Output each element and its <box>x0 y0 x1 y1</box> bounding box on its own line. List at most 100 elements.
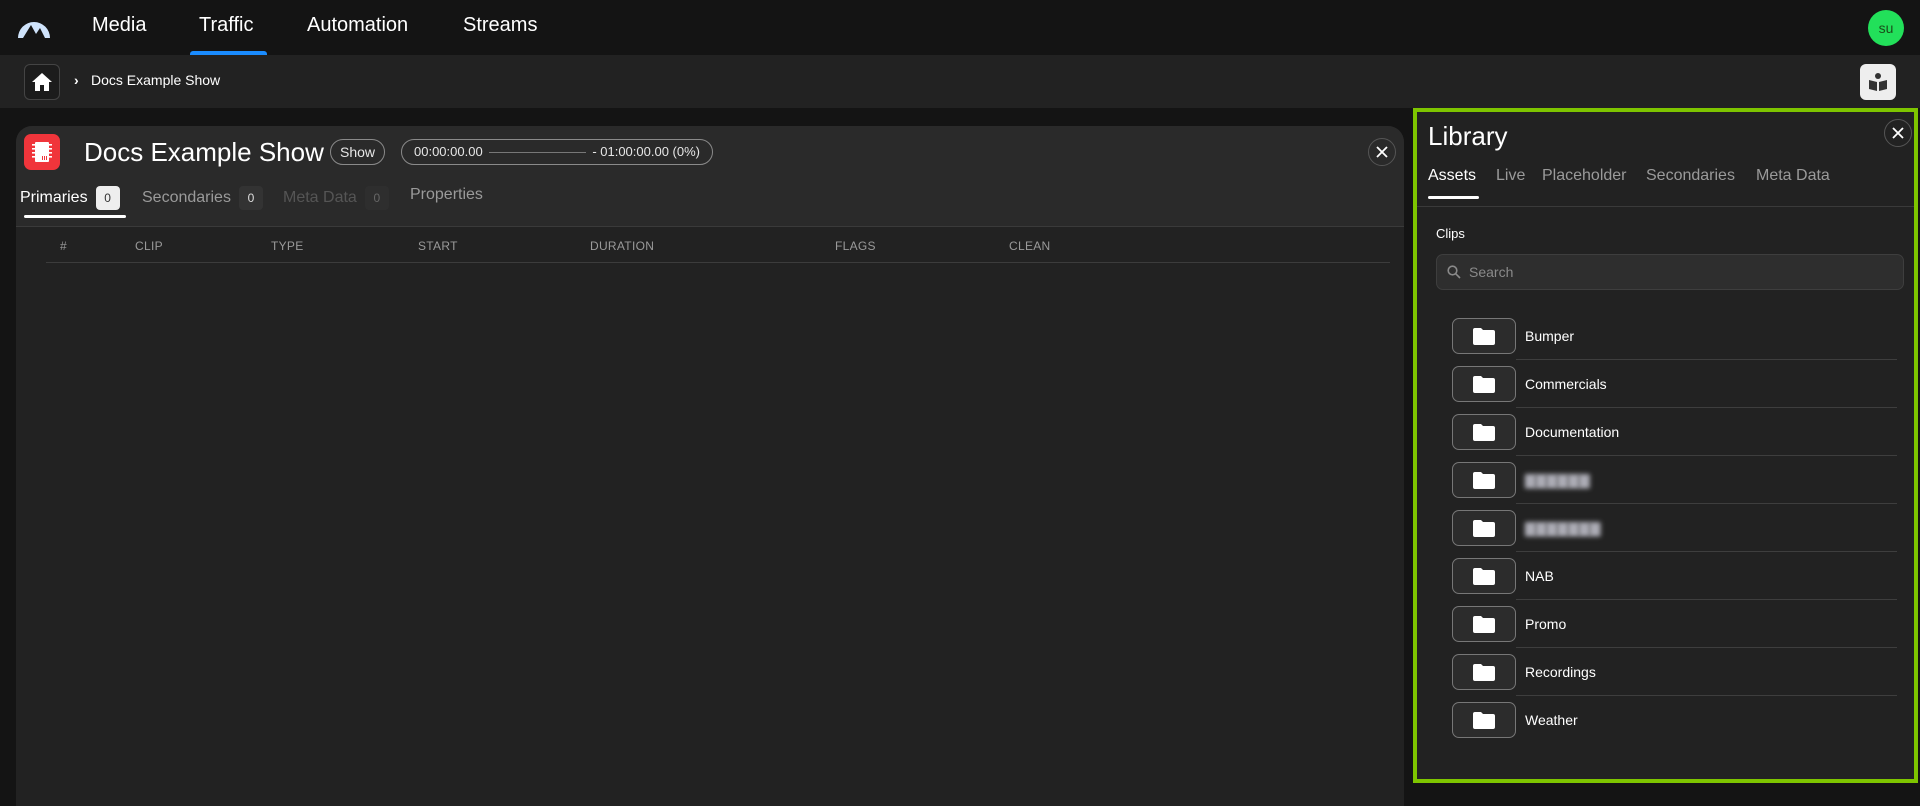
library-title: Library <box>1428 121 1508 151</box>
folder-button[interactable] <box>1452 366 1516 402</box>
active-tab-indicator <box>1428 196 1479 199</box>
folder-name: ▇▇▇▇▇▇ <box>1525 471 1590 488</box>
folder-name: Bumper <box>1525 328 1575 344</box>
library-tab-live[interactable]: Live <box>1496 167 1525 185</box>
folder-button[interactable] <box>1452 558 1516 594</box>
folder-name: ▇▇▇▇▇▇▇ <box>1525 519 1601 536</box>
home-icon <box>32 73 52 91</box>
tab-meta-data: Meta Data 0 <box>283 186 389 210</box>
close-show-button[interactable] <box>1368 138 1396 166</box>
column-header-type[interactable]: TYPE <box>271 239 304 253</box>
folder-icon <box>1473 567 1495 585</box>
folder-name: Commercials <box>1525 376 1607 392</box>
tab-count-badge: 0 <box>95 186 120 210</box>
nav-traffic[interactable]: Traffic <box>199 14 253 37</box>
column-header-clip[interactable]: CLIP <box>135 239 163 253</box>
folder-button[interactable] <box>1452 510 1516 546</box>
folder-icon <box>1473 615 1495 633</box>
book-reader-icon <box>1869 73 1887 91</box>
tab-label: Secondaries <box>142 189 231 206</box>
close-icon <box>1376 146 1388 158</box>
folder-button[interactable] <box>1452 462 1516 498</box>
folder-item[interactable]: Bumper <box>1452 312 1897 360</box>
show-timeline: 00:00:00.00 - 01:00:00.00 (0%) <box>401 139 713 165</box>
folder-name: Documentation <box>1525 424 1620 440</box>
folder-item[interactable]: Weather <box>1452 696 1897 744</box>
tab-label: Meta Data <box>283 189 357 206</box>
timeline-progress-bar <box>488 151 587 153</box>
folder-name: Promo <box>1525 616 1567 632</box>
tab-count-badge: 0 <box>238 186 263 210</box>
column-header-duration[interactable]: DURATION <box>590 239 654 253</box>
show-icon <box>24 134 60 170</box>
show-title: Docs Example Show <box>84 137 324 167</box>
library-panel: Library Assets Live Placeholder Secondar… <box>1413 108 1918 783</box>
folder-item[interactable]: Promo <box>1452 600 1897 648</box>
breadcrumb-item[interactable]: Docs Example Show <box>91 72 220 88</box>
home-button[interactable] <box>24 64 60 100</box>
folder-item[interactable]: Commercials <box>1452 360 1897 408</box>
close-library-button[interactable] <box>1884 119 1912 147</box>
library-tab-placeholder[interactable]: Placeholder <box>1542 167 1627 185</box>
close-icon <box>1892 127 1904 139</box>
folder-button[interactable] <box>1452 318 1516 354</box>
folder-icon <box>1473 471 1495 489</box>
library-tab-assets[interactable]: Assets <box>1428 167 1476 185</box>
tab-label: Properties <box>410 186 483 203</box>
nav-automation[interactable]: Automation <box>307 14 408 37</box>
nav-media[interactable]: Media <box>92 14 146 37</box>
folder-item[interactable]: ▇▇▇▇▇▇ <box>1452 456 1897 504</box>
folder-item[interactable]: ▇▇▇▇▇▇▇ <box>1452 504 1897 552</box>
primaries-table-header: # CLIP TYPE START DURATION FLAGS CLEAN <box>16 227 1404 263</box>
breadcrumb-chevron-icon: › <box>74 72 79 88</box>
folder-button[interactable] <box>1452 702 1516 738</box>
folder-button[interactable] <box>1452 414 1516 450</box>
time-end: - 01:00:00.00 (0%) <box>592 144 700 159</box>
column-header-number[interactable]: # <box>60 239 67 253</box>
tab-count-badge: 0 <box>364 186 389 210</box>
breadcrumb-bar: › Docs Example Show <box>0 55 1920 108</box>
show-type-badge: Show <box>330 139 386 165</box>
column-header-clean[interactable]: CLEAN <box>1009 239 1051 253</box>
active-tab-indicator <box>24 215 126 218</box>
section-label: Clips <box>1436 226 1465 241</box>
user-avatar[interactable]: su <box>1868 10 1904 46</box>
show-panel: Docs Example Show Show 00:00:00.00 - 01:… <box>16 126 1404 806</box>
app-logo-icon[interactable] <box>17 15 51 39</box>
folder-icon <box>1473 423 1495 441</box>
folder-icon <box>1473 375 1495 393</box>
column-header-start[interactable]: START <box>418 239 458 253</box>
search-input[interactable] <box>1469 264 1903 280</box>
folder-item[interactable]: NAB <box>1452 552 1897 600</box>
folder-icon <box>1473 519 1495 537</box>
folder-item[interactable]: Documentation <box>1452 408 1897 456</box>
tab-properties[interactable]: Properties <box>410 186 483 204</box>
search-icon <box>1447 265 1461 279</box>
folder-list: Bumper Commercials Documentation ▇▇▇▇▇▇ ▇▇▇▇… <box>1452 312 1897 744</box>
folder-icon <box>1473 663 1495 681</box>
library-tab-meta-data[interactable]: Meta Data <box>1756 167 1830 185</box>
folder-button[interactable] <box>1452 606 1516 642</box>
top-nav: Media Traffic Automation Streams su <box>0 0 1920 55</box>
library-tab-secondaries[interactable]: Secondaries <box>1646 167 1735 185</box>
column-header-flags[interactable]: FLAGS <box>835 239 876 253</box>
avatar-initials: su <box>1878 20 1894 36</box>
folder-name: Weather <box>1525 712 1578 728</box>
tab-label: Primaries <box>20 189 88 206</box>
folder-item[interactable]: Recordings <box>1452 648 1897 696</box>
nav-streams[interactable]: Streams <box>463 14 537 37</box>
folder-icon <box>1473 327 1495 345</box>
tab-secondaries[interactable]: Secondaries 0 <box>142 186 263 210</box>
tab-primaries[interactable]: Primaries 0 <box>20 186 120 210</box>
time-start: 00:00:00.00 <box>414 144 483 159</box>
library-toggle-button[interactable] <box>1860 64 1896 100</box>
show-header: Docs Example Show Show 00:00:00.00 - 01:… <box>16 126 1404 227</box>
folder-name: NAB <box>1525 568 1554 584</box>
divider <box>1417 206 1914 207</box>
clip-search-field[interactable] <box>1436 254 1904 290</box>
chip-icon <box>32 142 52 162</box>
folder-icon <box>1473 711 1495 729</box>
divider <box>46 262 1390 263</box>
folder-name: Recordings <box>1525 664 1596 680</box>
folder-button[interactable] <box>1452 654 1516 690</box>
